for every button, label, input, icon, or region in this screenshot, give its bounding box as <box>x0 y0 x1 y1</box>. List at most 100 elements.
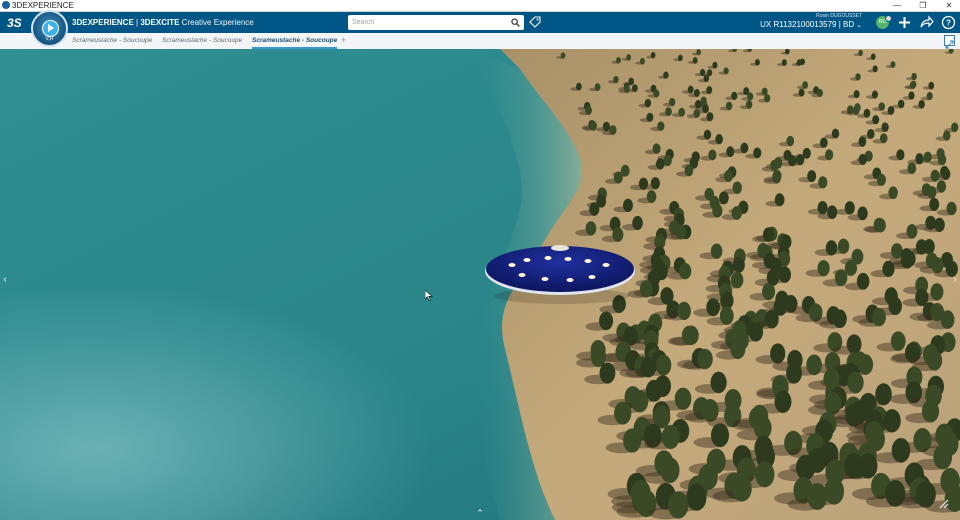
tree <box>660 457 680 484</box>
tree <box>825 149 834 161</box>
tree <box>908 91 915 100</box>
tree <box>918 100 925 109</box>
brand-role: Creative Experience <box>179 18 254 27</box>
tab-scrameustache-3[interactable]: Scrameustache - Soucoupe <box>252 33 338 49</box>
tab-scrameustache-2[interactable]: Scrameustache - Soucoupe <box>162 33 242 49</box>
tree <box>668 491 689 519</box>
tree <box>818 176 828 189</box>
tree <box>732 181 742 194</box>
tree <box>879 133 888 144</box>
tree <box>887 106 895 115</box>
tree <box>888 186 898 200</box>
svg-text:?: ? <box>946 19 951 28</box>
tree <box>824 478 845 505</box>
tree <box>589 202 600 216</box>
ufo-light <box>523 258 531 262</box>
tree <box>639 57 645 65</box>
ufo-light <box>588 275 596 279</box>
tree <box>575 82 582 91</box>
tree <box>786 135 795 147</box>
help-icon[interactable]: ? <box>941 15 956 30</box>
ufo-light <box>518 273 526 277</box>
tag-icon[interactable] <box>529 16 541 28</box>
tree <box>644 98 652 108</box>
tree <box>786 362 802 384</box>
tree <box>706 69 713 77</box>
tree <box>726 146 735 158</box>
mouse-cursor-icon <box>425 290 433 301</box>
tree <box>754 59 760 66</box>
tree <box>628 77 634 86</box>
right-panel-arrow[interactable]: › <box>950 274 960 286</box>
search-icon[interactable] <box>511 18 520 27</box>
tree <box>602 121 611 132</box>
tree <box>847 371 864 394</box>
tree <box>817 260 830 277</box>
tree <box>623 85 630 93</box>
tree <box>770 343 786 364</box>
tree <box>906 224 918 239</box>
ufo-light <box>564 257 572 261</box>
left-panel-arrow[interactable]: ‹ <box>0 274 10 286</box>
tab-bar: Scrameustache - Soucoupe Scrameustache -… <box>0 33 960 50</box>
search-field[interactable] <box>348 15 524 30</box>
share-icon[interactable] <box>919 15 934 30</box>
tree <box>930 169 940 182</box>
tree <box>632 215 643 231</box>
tree <box>686 483 707 511</box>
tree <box>942 130 951 141</box>
scene-render[interactable] <box>0 49 960 520</box>
tree <box>796 59 802 66</box>
tree <box>901 252 914 269</box>
tree <box>858 49 863 56</box>
tree <box>872 307 886 327</box>
tree <box>929 197 940 212</box>
tree <box>693 89 700 98</box>
fullscreen-icon[interactable] <box>944 35 955 49</box>
ufo-light <box>508 263 516 267</box>
play-icon[interactable] <box>42 20 59 37</box>
tree <box>613 75 619 84</box>
bottom-panel-handle[interactable]: ⌃ <box>474 508 486 518</box>
tree <box>740 142 749 154</box>
tab-scrameustache-1[interactable]: Scrameustache - Soucoupe <box>72 33 152 49</box>
tree <box>623 428 642 453</box>
compass-icon[interactable]: V,R <box>31 10 68 47</box>
tree <box>772 171 782 184</box>
tree <box>844 453 864 479</box>
tree <box>710 243 723 259</box>
search-input[interactable] <box>352 15 502 30</box>
tree <box>652 143 661 155</box>
tree <box>719 191 729 205</box>
collab-space-selector[interactable]: UX R1132100013579 | BD ⌄ <box>740 19 862 32</box>
tree <box>806 354 822 376</box>
tree <box>677 54 683 62</box>
tree <box>863 108 871 118</box>
add-tab-button[interactable]: + <box>341 33 346 49</box>
os-title-bar: 3DEXPERIENCE — ❐ ✕ <box>0 0 960 12</box>
tree <box>702 104 709 114</box>
plus-icon[interactable] <box>897 15 912 30</box>
tree <box>930 283 944 301</box>
tree <box>655 354 672 376</box>
close-button[interactable]: ✕ <box>938 0 960 11</box>
3d-viewport[interactable] <box>0 49 960 520</box>
tree <box>915 239 928 255</box>
maximize-button[interactable]: ❐ <box>912 0 934 11</box>
minimize-button[interactable]: — <box>886 0 908 11</box>
resize-corner-icon[interactable] <box>938 498 950 510</box>
tree <box>646 112 654 122</box>
tree <box>907 162 917 175</box>
tree <box>778 266 791 283</box>
tree <box>706 86 713 95</box>
tree <box>890 331 906 351</box>
ufo-body <box>486 246 634 292</box>
tree <box>762 227 774 243</box>
ds-logo-icon[interactable]: 3S <box>6 14 26 31</box>
tree <box>723 67 729 75</box>
ufo-saucer <box>485 245 635 304</box>
tree <box>834 269 848 287</box>
svg-text:3S: 3S <box>7 16 22 30</box>
tree <box>706 112 714 122</box>
chevron-down-icon: ⌄ <box>856 22 862 29</box>
